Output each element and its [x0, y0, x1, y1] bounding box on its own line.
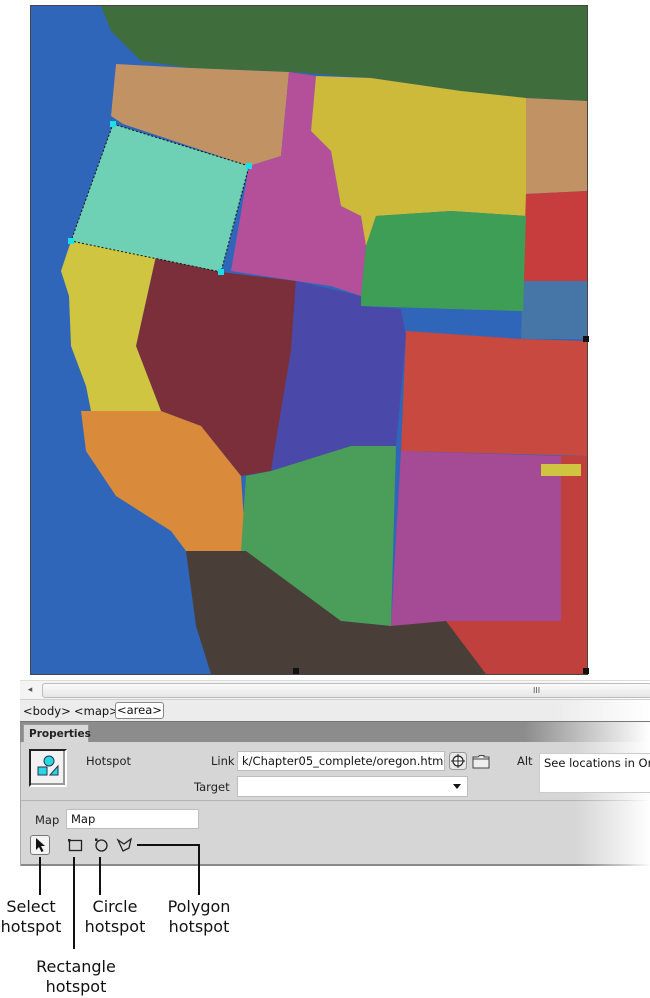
properties-tabstrip: Properties: [20, 721, 650, 743]
target-label: Target: [194, 780, 230, 794]
callout-select-hotspot: Select hotspot: [0, 897, 62, 937]
polygon-icon: [116, 837, 133, 852]
callout-line-rectangle: [73, 857, 75, 949]
resize-handle-right[interactable]: [583, 336, 589, 342]
select-hotspot-tool[interactable]: [30, 835, 50, 855]
callout-text: Circle: [92, 897, 138, 916]
callout-text: Select: [6, 897, 56, 916]
circle-hotspot-tool[interactable]: [91, 835, 111, 855]
properties-panel: Properties Hotspot Link k/Chapter05_comp…: [20, 721, 650, 866]
scrollbar-grip-icon: III: [533, 686, 541, 695]
tag-area-selected[interactable]: <area>: [115, 702, 164, 719]
north-dakota-region: [526, 98, 587, 194]
document-design-view: [20, 0, 650, 680]
south-dakota-region: [523, 191, 587, 281]
resize-handle-bottom[interactable]: [293, 668, 299, 674]
image-map[interactable]: [30, 5, 588, 675]
polygon-hotspot-tool[interactable]: [115, 835, 135, 855]
scroll-left-arrow-icon[interactable]: ◂: [24, 684, 36, 696]
callout-text: hotspot: [0, 917, 62, 936]
colorado-region: [401, 331, 587, 456]
browse-folder-icon[interactable]: [472, 754, 490, 769]
circle-icon: [95, 838, 108, 852]
panel-divider: [21, 800, 650, 801]
new-mexico-region: [391, 451, 561, 626]
callout-text: Rectangle: [36, 957, 116, 976]
tab-properties[interactable]: Properties: [23, 724, 91, 743]
wyoming-region: [361, 211, 526, 311]
horizontal-scrollbar[interactable]: ◂ III: [20, 680, 650, 699]
callout-polygon-hotspot: Polygon hotspot: [164, 897, 234, 937]
callout-line-polygon-v: [198, 844, 200, 895]
tag-body[interactable]: <body>: [23, 704, 71, 718]
callout-rectangle-hotspot: Rectangle hotspot: [30, 957, 122, 997]
callout-text: Polygon: [167, 897, 231, 916]
scrollbar-thumb[interactable]: III: [42, 683, 650, 698]
callout-line-select: [39, 857, 41, 895]
tag-map[interactable]: <map>: [74, 704, 119, 718]
alt-input[interactable]: See locations in Oregon: [539, 753, 650, 793]
rectangle-hotspot-tool[interactable]: [65, 835, 85, 855]
hotspot-shapes-icon: [37, 755, 59, 776]
link-input[interactable]: k/Chapter05_complete/oregon.html: [237, 751, 445, 771]
rectangle-icon: [68, 839, 83, 852]
map-graphic: [31, 6, 587, 674]
tag-selector: <body> <map> <area>: [20, 699, 650, 722]
pointer-arrow-icon: [36, 838, 45, 852]
resize-handle-corner[interactable]: [583, 668, 589, 674]
properties-body: Hotspot Link k/Chapter05_complete/oregon…: [20, 742, 650, 866]
element-type-label: Hotspot: [86, 754, 132, 768]
hotspot-handle: [110, 121, 116, 127]
target-select[interactable]: [237, 776, 468, 797]
hotspot-handle: [68, 238, 74, 244]
callout-text: hotspot: [84, 917, 146, 936]
callout-text: hotspot: [45, 977, 107, 996]
callout-line-polygon-h: [137, 844, 199, 846]
callout-circle-hotspot: Circle hotspot: [82, 897, 148, 937]
hotspot-handle: [218, 269, 224, 275]
panel-bottom-border: [21, 864, 650, 866]
hotspot-handle: [246, 163, 252, 169]
callout-line-circle: [99, 857, 101, 895]
alt-label: Alt: [517, 754, 533, 768]
link-label: Link: [211, 754, 235, 768]
dropdown-arrow-icon: [453, 784, 461, 789]
point-to-file-icon[interactable]: [449, 752, 467, 770]
hotspot-type-icon: [29, 749, 67, 787]
map-name-input[interactable]: Map: [66, 809, 199, 829]
nebraska-region: [521, 281, 587, 339]
oklahoma-panhandle-region: [541, 464, 581, 476]
map-name-label: Map: [35, 813, 60, 827]
callout-text: hotspot: [168, 917, 230, 936]
